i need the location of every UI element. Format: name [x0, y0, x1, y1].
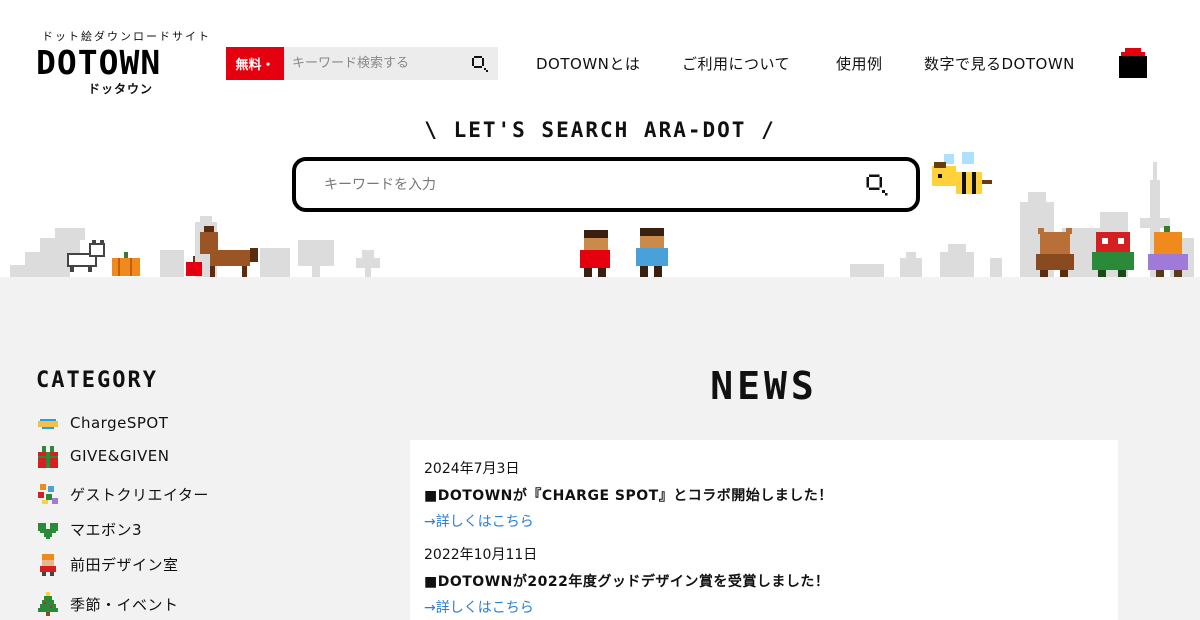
search-icon[interactable] [470, 54, 490, 74]
news-detail-link[interactable]: →詳しくはこちら [424, 597, 829, 617]
category-label: 季節・イベント [70, 595, 179, 614]
news-headline: ■DOTOWNが『CHARGE SPOT』とコラボ開始しました！ [424, 488, 833, 504]
logo-tagline: ドット絵ダウンロードサイト [42, 30, 211, 43]
news-date: 2022年10月11日 [424, 547, 538, 563]
maeda-icon [40, 554, 56, 576]
free-badge: 無料・ [226, 47, 284, 80]
site-header: ドット絵ダウンロードサイト DOTOWN ドッタウン 無料・ DOTOWNとは … [0, 0, 1200, 110]
pumpkin-sprite [112, 252, 140, 276]
bee-sprite [932, 152, 992, 194]
tree-icon [38, 592, 58, 616]
category-item-maebon3[interactable]: マエボン3 [36, 516, 142, 542]
news-item: 2022年10月11日 ■DOTOWNが2022年度グッドデザイン賞を受賞しまし… [424, 544, 829, 617]
right-town-silhouette [850, 162, 1194, 280]
nav-numbers[interactable]: 数字で見るDOTOWN [924, 53, 1075, 74]
category-item-give-given[interactable]: GIVE&GIVEN [36, 443, 170, 469]
charge-spot-icon [38, 419, 58, 429]
category-label: マエボン3 [70, 520, 143, 539]
nav-usage[interactable]: ご利用について [682, 53, 790, 74]
category-item-guest-creator[interactable]: ゲストクリエイター [36, 481, 209, 507]
header-search-input[interactable] [284, 47, 498, 80]
news-detail-link[interactable]: →詳しくはこちら [424, 511, 833, 531]
category-label: GIVE&GIVEN [70, 447, 170, 465]
nav-examples[interactable]: 使用例 [836, 53, 883, 74]
category-label: ゲストクリエイター [70, 485, 209, 504]
guest-creator-icon [38, 484, 58, 504]
category-item-seasons-events[interactable]: 季節・イベント [36, 591, 179, 617]
kid-red-sprite [580, 230, 610, 278]
nav-about[interactable]: DOTOWNとは [536, 53, 640, 74]
category-label: ChargeSPOT [70, 414, 169, 432]
site-logo[interactable]: ドット絵ダウンロードサイト DOTOWN ドッタウン [36, 28, 216, 98]
news-date: 2024年7月3日 [424, 461, 520, 477]
green-heart-icon [38, 523, 58, 539]
news-panel: 2024年7月3日 ■DOTOWNが『CHARGE SPOT』とコラボ開始しまし… [410, 440, 1118, 620]
news-headline: ■DOTOWNが2022年度グッドデザイン賞を受賞しました！ [424, 574, 830, 590]
category-item-maeda-design[interactable]: 前田デザイン室 [36, 551, 179, 577]
logo-wordmark: DOTOWN [36, 43, 162, 82]
category-label: 前田デザイン室 [70, 555, 179, 574]
kid-blue-sprite [636, 228, 668, 278]
header-search-bar: 無料・ [226, 47, 498, 80]
gift-icon [38, 446, 58, 468]
category-title: CATEGORY [36, 368, 158, 393]
news-title: NEWS [710, 364, 818, 408]
logo-kana: ドッタウン [88, 82, 154, 96]
news-item: 2024年7月3日 ■DOTOWNが『CHARGE SPOT』とコラボ開始しまし… [424, 458, 833, 531]
hero-title: \ LET'S SEARCH ARA-DOT / [424, 118, 776, 142]
category-item-chargespot[interactable]: ChargeSPOT [36, 410, 168, 436]
pixel-town-scene [10, 152, 1194, 280]
menu-house-icon[interactable] [1119, 48, 1147, 78]
